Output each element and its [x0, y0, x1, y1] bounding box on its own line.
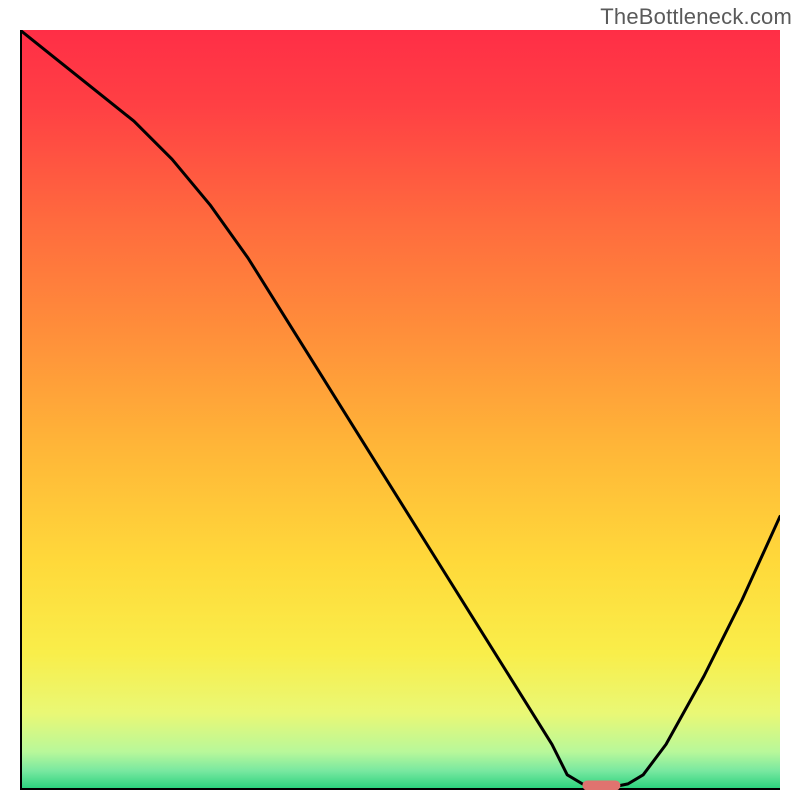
watermark-text: TheBottleneck.com	[600, 4, 792, 30]
plot-area	[20, 30, 780, 790]
optimal-marker	[582, 780, 620, 790]
gradient-background	[20, 30, 780, 790]
chart-container: TheBottleneck.com	[0, 0, 800, 800]
chart-svg	[20, 30, 780, 790]
